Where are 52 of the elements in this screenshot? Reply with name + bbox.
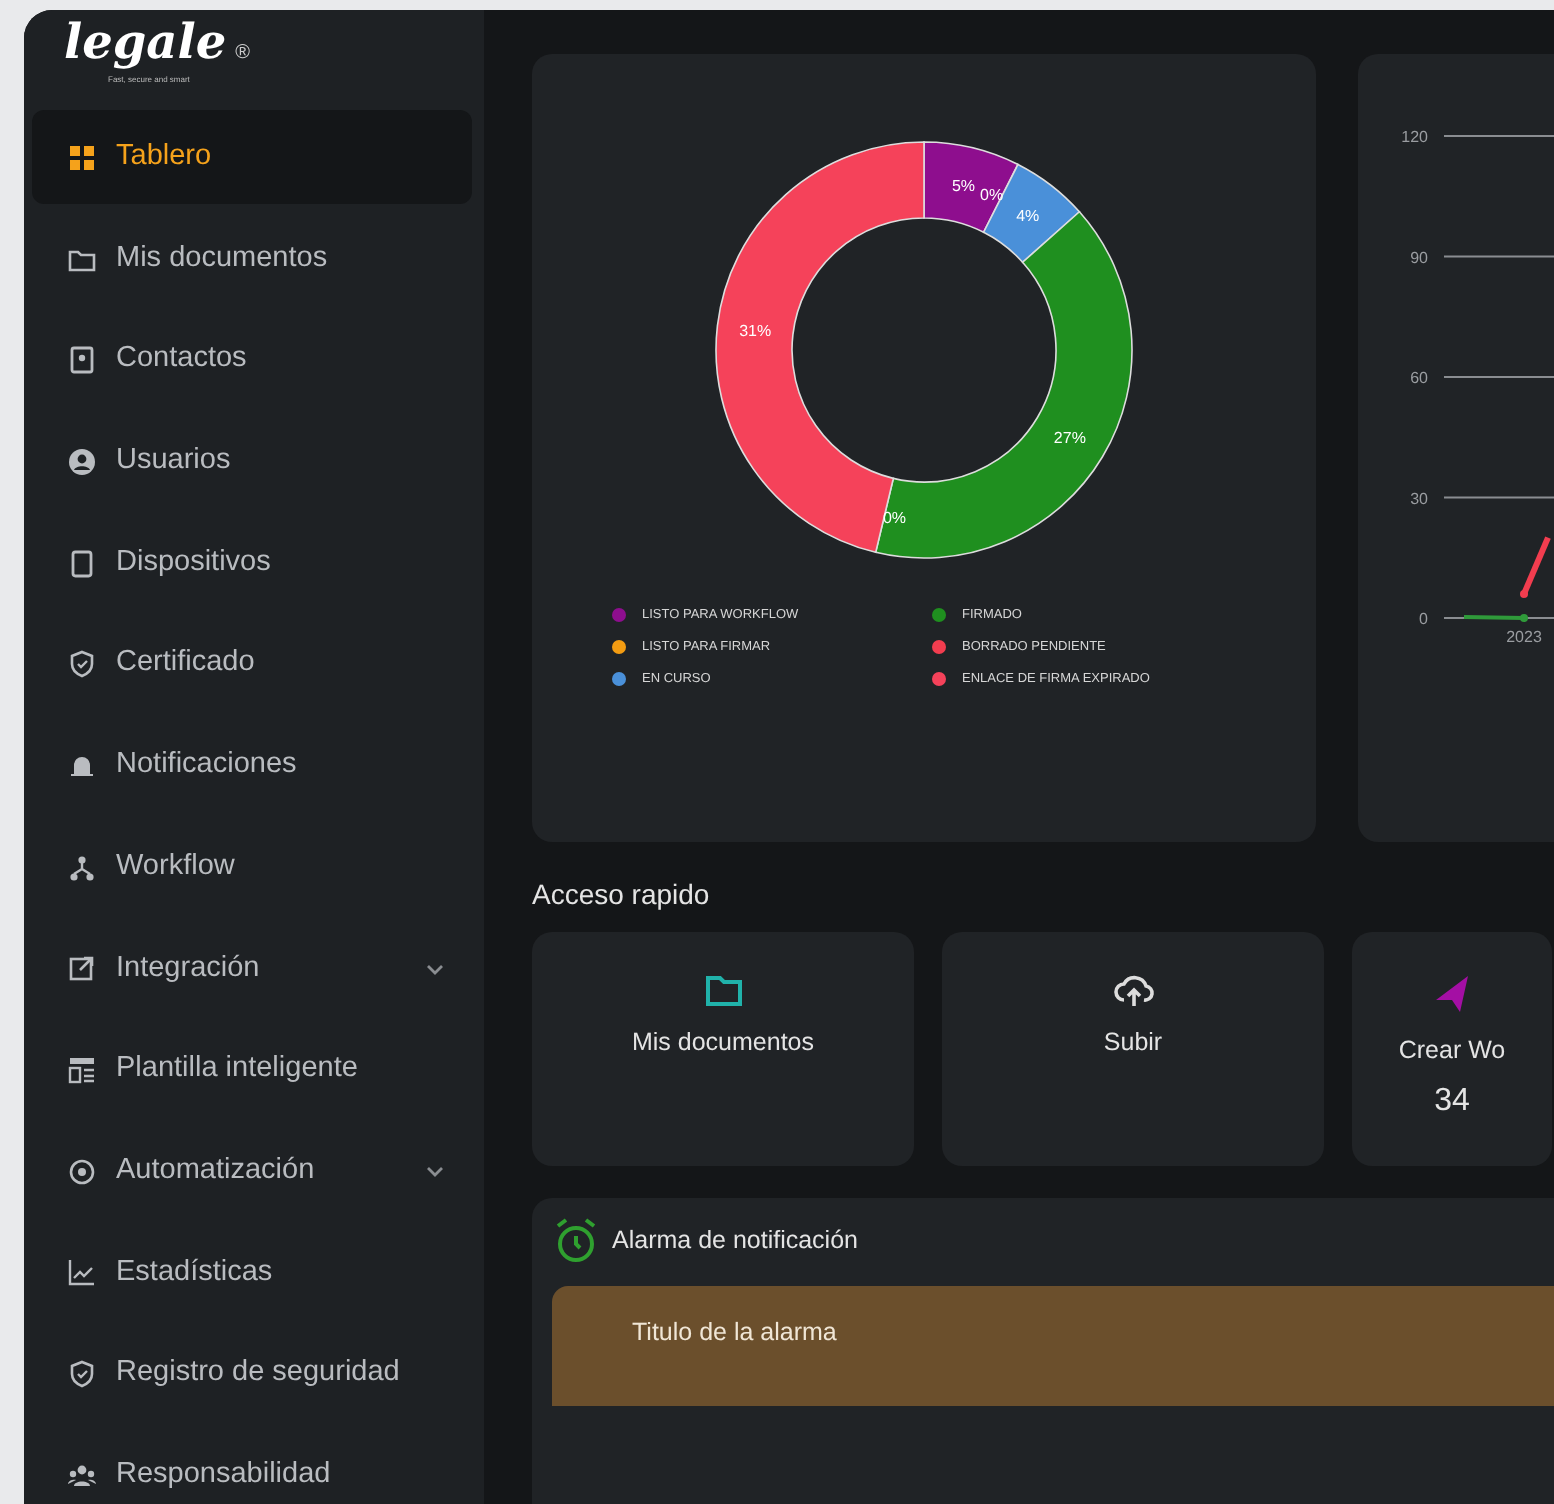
user-icon [68,447,96,476]
slice-label: 27% [1053,429,1086,448]
sidebar-item[interactable]: Certificado [32,617,472,712]
y-tick-label: 90 [1410,248,1428,267]
y-tick-label: 60 [1410,369,1428,387]
external-link-icon [68,954,96,983]
slice-label: 4% [1016,207,1040,226]
shield-icon [68,650,96,679]
x-tick-label: 2023 [1506,628,1542,646]
team-icon [68,1461,96,1490]
logo: legale [64,12,227,70]
quick-access-card[interactable]: Subir [942,932,1324,1166]
sidebar-item[interactable]: Notificaciones [32,719,472,813]
folder-icon [68,245,96,274]
line-series [1521,536,1551,596]
tablet-icon [68,549,96,578]
sidebar-item[interactable]: Dispositivos [32,516,472,611]
slice-label: 31% [739,322,772,341]
data-point [1520,589,1528,598]
folder-icon [703,972,743,1008]
slice-label: 0% [980,186,1004,204]
sidebar-item[interactable]: Mis documentos [32,212,472,307]
y-tick-label: 120 [1401,128,1428,146]
sidebar-item[interactable]: Contactos [32,313,472,408]
sidebar-item[interactable]: Automatización [32,1124,472,1219]
column-header: Titulo de la alarma [632,1318,837,1346]
panel-title: Alarma de notificación [612,1223,858,1258]
sidebar-item[interactable]: Responsabilidad [32,1428,472,1504]
sidebar-item[interactable]: Estadísticas [32,1225,472,1320]
section-title: Acceso rapido [532,876,712,914]
cloud-upload-icon [1111,972,1155,1008]
sidebar-item[interactable]: Registro de seguridad [32,1327,472,1422]
quick-access-card[interactable]: Crear Wo 34 [1352,932,1552,1166]
bell-icon [68,752,96,780]
y-tick-label: 0 [1419,610,1428,628]
sidebar-item[interactable]: Tablero [32,110,472,205]
sidebar-item[interactable]: Integración [32,921,472,1016]
data-point [1520,614,1528,622]
chart-icon [68,1258,96,1287]
quick-access-card[interactable]: Mis documentos [532,932,914,1166]
y-tick-label: 30 [1410,489,1428,508]
registered-mark: ® [235,42,250,64]
contact-book-icon [68,346,96,375]
sidebar-item[interactable]: Usuarios [32,414,472,509]
grid-icon [68,143,96,172]
sidebar-item[interactable]: Workflow [32,820,472,915]
sidebar-item[interactable]: Plantilla inteligente [32,1023,472,1118]
slice-label: 5% [951,176,976,195]
template-icon [68,1056,96,1085]
line-series [1463,615,1525,620]
shield-icon [68,1360,96,1389]
alarm-clock-icon [552,1214,600,1266]
